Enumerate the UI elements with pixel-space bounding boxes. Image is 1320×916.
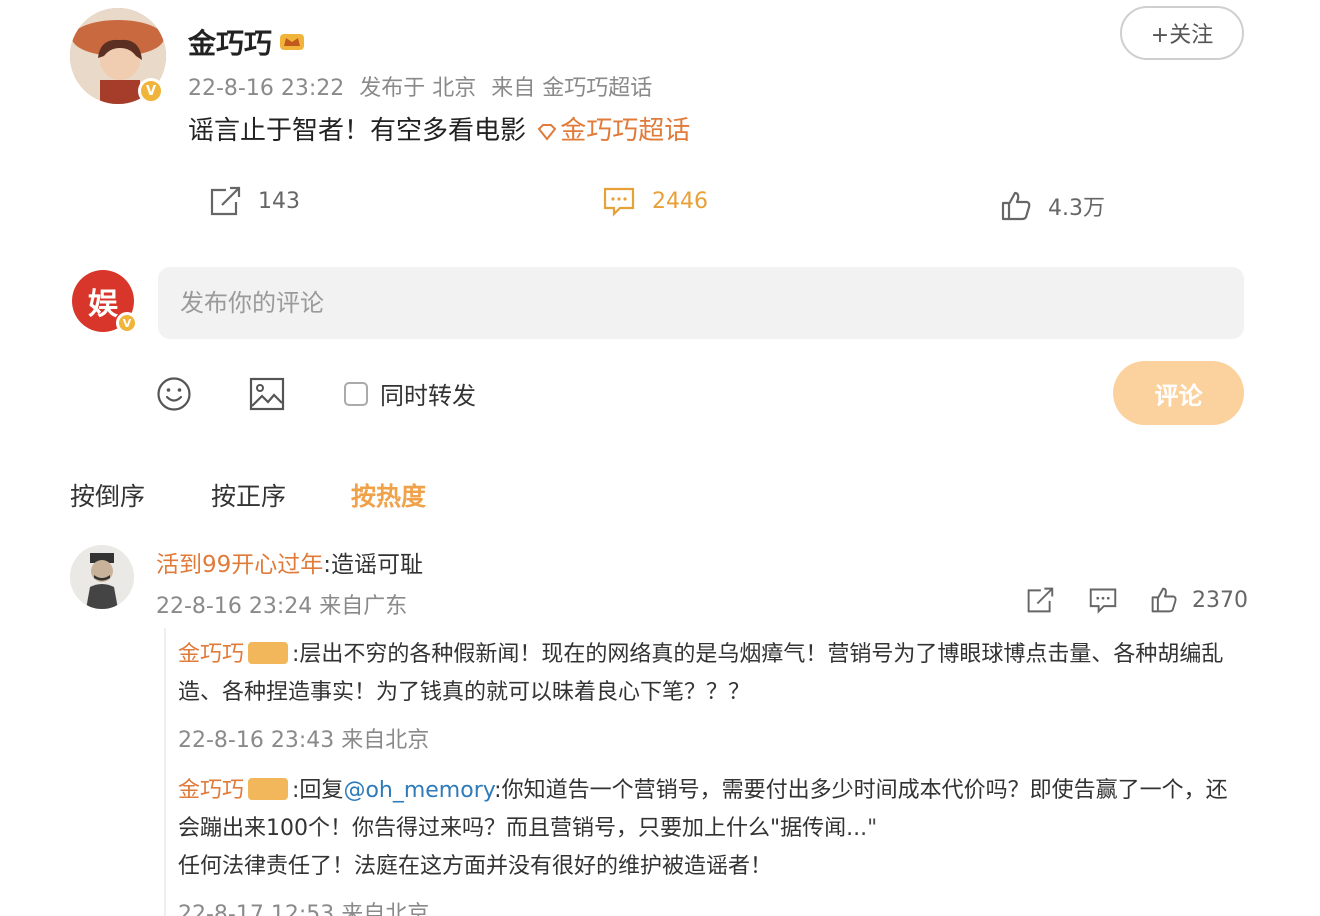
post-time[interactable]: 22-8-16 23:22 <box>188 76 344 101</box>
post-location: 发布于 北京 <box>359 76 477 101</box>
vip-crown-icon <box>280 34 304 50</box>
follow-button[interactable]: +关注 <box>1120 6 1244 60</box>
reply-meta: 22-8-16 23:43 来自北京 <box>178 728 430 753</box>
forward-option[interactable]: 同时转发 <box>344 376 476 411</box>
verified-badge-icon: V <box>138 78 164 104</box>
tab-sort-chronological[interactable]: 按正序 <box>211 477 286 513</box>
comment-repost-button[interactable] <box>1025 586 1055 614</box>
forward-label: 同时转发 <box>380 382 476 410</box>
reply-meta: 22-8-17 12:53 来自北京 <box>178 902 430 916</box>
emoji-icon <box>157 377 191 411</box>
comment-icon <box>603 187 635 217</box>
post-topic-link[interactable]: 金巧巧超话 <box>560 116 690 146</box>
comment-meta: 22-8-16 23:24 来自广东 <box>156 594 408 619</box>
comment-count: 2446 <box>652 188 708 214</box>
repost-icon <box>210 186 241 216</box>
commenter-name[interactable]: 活到99开心过年 <box>156 552 323 578</box>
commenter-avatar-image <box>70 545 134 609</box>
my-avatar[interactable]: 娱 V <box>72 270 138 334</box>
forward-checkbox[interactable] <box>344 381 368 406</box>
comment-body: 活到99开心过年:造谣可耻 <box>156 545 423 579</box>
post-source[interactable]: 来自 金巧巧超话 <box>491 76 652 101</box>
reply-text-continued: 任何法律责任了！法庭在这方面并没有很好的维护被造谣者！ <box>178 854 773 879</box>
emoji-button[interactable] <box>156 376 192 416</box>
comment-button[interactable]: 2446 <box>602 185 708 217</box>
post-text: 谣言止于智者！有空多看电影 <box>188 116 527 146</box>
comment-input-box[interactable] <box>158 267 1244 339</box>
comment-icon <box>1089 588 1117 614</box>
comment-text: :造谣可耻 <box>323 552 424 578</box>
tab-sort-hot[interactable]: 按热度 <box>351 477 426 513</box>
reply-thread: 金巧巧:层出不穷的各种假新闻！现在的网络真的是乌烟瘴气！营销号为了博眼球博点击量… <box>164 628 1254 916</box>
author-badge-icon <box>248 778 289 800</box>
reply-user[interactable]: 金巧巧 <box>178 642 244 667</box>
repost-count: 143 <box>258 188 300 214</box>
reply-user[interactable]: 金巧巧 <box>178 778 244 803</box>
text-fade-overlay <box>850 808 1320 868</box>
supertopic-gem-icon <box>537 123 557 141</box>
like-button[interactable]: 4.3万 <box>1000 190 1105 222</box>
like-count: 4.3万 <box>1048 196 1105 221</box>
thumbs-up-icon <box>1001 191 1031 221</box>
comment-like-button[interactable]: 2370 <box>1150 586 1248 614</box>
reply-mention-link[interactable]: @oh_memory <box>343 778 494 803</box>
repost-icon <box>1027 587 1054 613</box>
post-content: 谣言止于智者！有空多看电影 金巧巧超话 <box>188 110 690 147</box>
thumbs-up-icon <box>1151 587 1177 613</box>
repost-button[interactable]: 143 <box>208 185 300 217</box>
my-avatar-char: 娱 <box>88 287 118 322</box>
author-badge-icon <box>248 642 289 664</box>
post-meta: 22-8-16 23:22 发布于 北京 来自 金巧巧超话 <box>188 70 660 102</box>
comment-input[interactable] <box>158 267 1244 339</box>
comment-like-count: 2370 <box>1192 587 1248 613</box>
image-icon <box>249 377 285 411</box>
reply-text: :层出不穷的各种假新闻！现在的网络真的是乌烟瘴气！营销号为了博眼球博点击量、各种… <box>178 642 1224 705</box>
image-upload-button[interactable] <box>248 376 286 416</box>
comment-reply-button[interactable] <box>1087 586 1119 614</box>
reply-item: 金巧巧:层出不穷的各种假新闻！现在的网络真的是乌烟瘴气！营销号为了博眼球博点击量… <box>178 636 1246 712</box>
commenter-avatar[interactable] <box>70 545 134 609</box>
submit-comment-button[interactable]: 评论 <box>1113 361 1244 425</box>
tab-sort-reverse[interactable]: 按倒序 <box>70 477 145 513</box>
post-author-name[interactable]: 金巧巧 <box>188 22 272 62</box>
reply-prefix: :回复 <box>292 778 344 803</box>
verified-badge-icon: V <box>116 312 138 334</box>
